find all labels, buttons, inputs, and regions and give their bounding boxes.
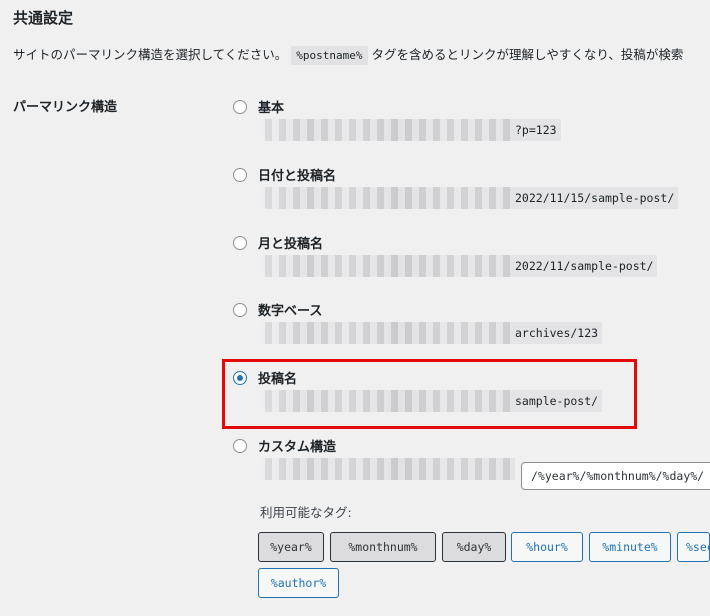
blurred-domain bbox=[258, 119, 514, 141]
option-numeric-label: 数字ベース bbox=[258, 304, 323, 319]
option-day-name-url: 2022/11/15/sample-post/ bbox=[258, 187, 679, 209]
tag-author-button[interactable]: %author% bbox=[258, 568, 339, 598]
tag-monthnum-button[interactable]: %monthnum% bbox=[330, 532, 436, 562]
option-custom-url bbox=[258, 458, 515, 480]
permalink-structure-label: パーマリンク構造 bbox=[13, 100, 118, 115]
url-suffix: archives/123 bbox=[515, 326, 599, 340]
blurred-domain bbox=[258, 255, 514, 277]
option-plain-label: 基本 bbox=[258, 101, 285, 116]
url-suffix: 2022/11/sample-post/ bbox=[515, 259, 654, 273]
option-plain-url: ?p=123 bbox=[258, 119, 561, 141]
radio-numeric[interactable] bbox=[233, 303, 247, 317]
intro-before: サイトのパーマリンク構造を選択してください。 bbox=[13, 47, 288, 62]
radio-custom[interactable] bbox=[233, 439, 247, 453]
postname-code: %postname% bbox=[291, 46, 368, 65]
url-suffix: ?p=123 bbox=[515, 123, 557, 137]
blurred-domain bbox=[258, 187, 514, 209]
radio-month-name[interactable] bbox=[233, 236, 247, 250]
option-custom-label: カスタム構造 bbox=[258, 440, 337, 455]
tag-hour-button[interactable]: %hour% bbox=[511, 532, 583, 562]
blurred-domain bbox=[258, 322, 514, 344]
tag-day-button[interactable]: %day% bbox=[442, 532, 506, 562]
tag-minute-button[interactable]: %minute% bbox=[589, 532, 671, 562]
custom-structure-input[interactable] bbox=[521, 462, 710, 490]
option-month-name-url: 2022/11/sample-post/ bbox=[258, 255, 658, 277]
url-suffix: 2022/11/15/sample-post/ bbox=[515, 191, 675, 205]
radio-day-name[interactable] bbox=[233, 168, 247, 182]
selection-highlight-box bbox=[222, 359, 637, 429]
tag-second-button[interactable]: %second% bbox=[677, 532, 710, 562]
blurred-domain bbox=[258, 458, 514, 480]
option-month-name-label: 月と投稿名 bbox=[258, 237, 324, 252]
intro-text: サイトのパーマリンク構造を選択してください。 %postname% タグを含めるとリ… bbox=[13, 44, 684, 65]
intro-after: タグを含めるとリンクが理解しやすくなり、投稿が検索 bbox=[371, 47, 684, 62]
option-numeric-url: archives/123 bbox=[258, 322, 603, 344]
tag-year-button[interactable]: %year% bbox=[258, 532, 324, 562]
radio-plain[interactable] bbox=[233, 100, 247, 114]
available-tags-label: 利用可能なタグ: bbox=[260, 505, 352, 520]
option-day-name-label: 日付と投稿名 bbox=[258, 169, 337, 184]
section-title: 共通設定 bbox=[13, 9, 74, 27]
